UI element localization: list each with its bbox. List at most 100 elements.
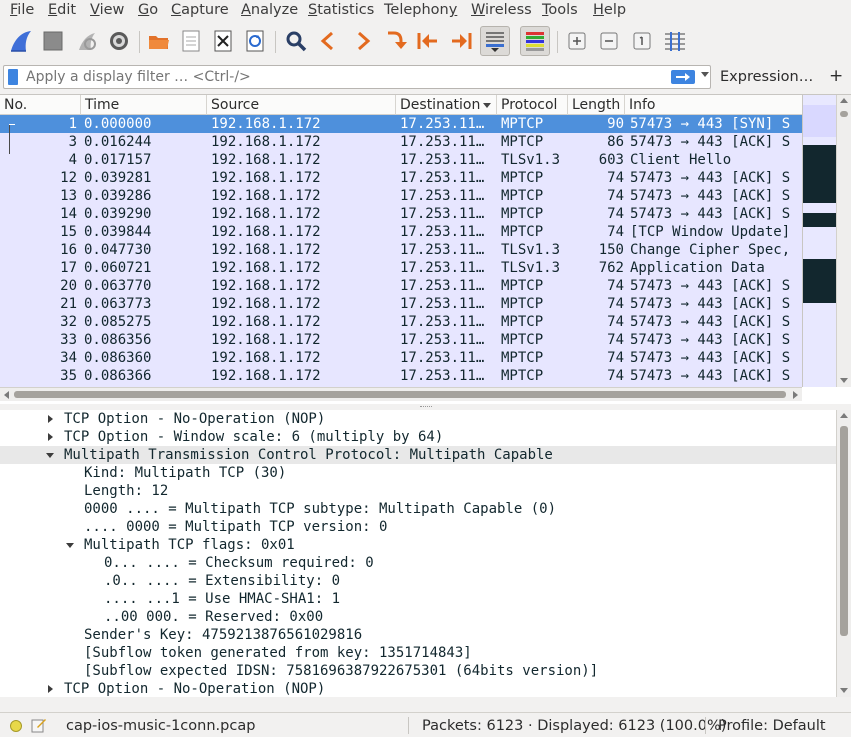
stop-icon[interactable] bbox=[38, 26, 68, 56]
menu-tools[interactable]: Tools bbox=[542, 2, 578, 18]
file-icon[interactable] bbox=[176, 26, 206, 56]
packet-row[interactable]: 4 0.017157 192.168.1.172 17.253.11… TLSv1.3 6… bbox=[0, 151, 802, 169]
column-header-source[interactable]: Source bbox=[207, 95, 396, 115]
packet-row[interactable]: 21 0.063773 192.168.1.172 17.253.11… MPTCP 74… bbox=[0, 295, 802, 313]
detail-row[interactable]: Multipath TCP flags: 0x01 bbox=[0, 536, 836, 554]
packet-row[interactable]: 3 0.016244 192.168.1.172 17.253.11… MPTCP 86 5… bbox=[0, 133, 802, 151]
detail-row[interactable]: TCP Option - No-Operation (NOP) bbox=[0, 410, 836, 428]
menu-telephony[interactable]: Telephony bbox=[384, 2, 457, 18]
resize-columns-icon[interactable] bbox=[660, 26, 690, 56]
add-filter-button[interactable]: + bbox=[829, 66, 843, 86]
detail-row[interactable]: [Subflow token generated from key: 13517… bbox=[0, 644, 836, 662]
detail-row[interactable]: 0... .... = Checksum required: 0 bbox=[0, 554, 836, 572]
expand-arrow-icon[interactable] bbox=[48, 415, 53, 423]
back-icon[interactable] bbox=[313, 26, 343, 56]
normal-size-icon[interactable] bbox=[627, 26, 657, 56]
scroll-left-icon[interactable] bbox=[4, 391, 9, 399]
display-filter-input[interactable] bbox=[26, 69, 646, 85]
open-folder-icon[interactable] bbox=[144, 26, 174, 56]
detail-row[interactable]: Multipath Transmission Control Protocol:… bbox=[0, 446, 836, 464]
packet-row[interactable]: 12 0.039281 192.168.1.172 17.253.11… MPTCP 74… bbox=[0, 169, 802, 187]
detail-row[interactable]: .0.. .... = Extensibility: 0 bbox=[0, 572, 836, 590]
detail-row[interactable]: TCP Option - Window scale: 6 (multiply b… bbox=[0, 428, 836, 446]
search-icon[interactable] bbox=[281, 26, 311, 56]
minimap-block bbox=[803, 213, 836, 227]
menu-wireless[interactable]: Wireless bbox=[471, 2, 532, 18]
packet-row[interactable]: 13 0.039286 192.168.1.172 17.253.11… MPTCP 74… bbox=[0, 187, 802, 205]
column-header-info[interactable]: Info bbox=[625, 95, 802, 115]
scroll-down-icon[interactable] bbox=[840, 688, 848, 693]
packet-row[interactable]: 17 0.060721 192.168.1.172 17.253.11… TLSv1.3… bbox=[0, 259, 802, 277]
detail-row[interactable]: Length: 12 bbox=[0, 482, 836, 500]
forward-icon[interactable] bbox=[348, 26, 378, 56]
detail-row[interactable]: .... 0000 = Multipath TCP version: 0 bbox=[0, 518, 836, 536]
shark-fin-icon[interactable] bbox=[6, 26, 36, 56]
reload-icon[interactable] bbox=[240, 26, 270, 56]
column-header-protocol[interactable]: Protocol bbox=[497, 95, 568, 115]
profile-label[interactable]: Profile: Default bbox=[718, 718, 826, 734]
details-vertical-scrollbar[interactable] bbox=[836, 410, 851, 697]
menu-edit[interactable]: Edit bbox=[48, 2, 76, 18]
expand-arrow-icon[interactable] bbox=[48, 433, 53, 441]
menu-analyze[interactable]: Analyze bbox=[241, 2, 298, 18]
scroll-thumb[interactable] bbox=[840, 111, 848, 117]
expand-arrow-icon[interactable] bbox=[48, 685, 53, 693]
menu-help[interactable]: Help bbox=[593, 2, 626, 18]
packet-minimap[interactable] bbox=[802, 95, 836, 387]
menu-file[interactable]: File bbox=[10, 2, 34, 18]
column-header-length[interactable]: Length bbox=[568, 95, 625, 115]
last-icon[interactable] bbox=[446, 26, 476, 56]
scroll-up-icon[interactable] bbox=[840, 98, 848, 103]
packet-list-vertical-scrollbar[interactable] bbox=[836, 95, 851, 387]
packet-row[interactable]: 34 0.086360 192.168.1.172 17.253.11… MPTCP 74… bbox=[0, 349, 802, 367]
column-header-no[interactable]: No. bbox=[0, 95, 81, 115]
packet-row[interactable]: 20 0.063770 192.168.1.172 17.253.11… MPTCP 74… bbox=[0, 277, 802, 295]
detail-row[interactable]: 0000 .... = Multipath TCP subtype: Multi… bbox=[0, 500, 836, 518]
column-header-time[interactable]: Time bbox=[81, 95, 207, 115]
bookmark-icon[interactable] bbox=[8, 69, 18, 85]
detail-row[interactable]: TCP Option - No-Operation (NOP) bbox=[0, 680, 836, 697]
detail-row[interactable]: Kind: Multipath TCP (30) bbox=[0, 464, 836, 482]
collapse-arrow-icon[interactable] bbox=[66, 543, 74, 548]
scroll-down-icon[interactable] bbox=[840, 378, 848, 383]
first-icon[interactable] bbox=[413, 26, 443, 56]
scroll-up-icon[interactable] bbox=[840, 413, 848, 418]
column-header-destination[interactable]: Destination bbox=[396, 95, 497, 115]
packet-row[interactable]: 16 0.047730 192.168.1.172 17.253.11… TLSv1.3… bbox=[0, 241, 802, 259]
expression-button[interactable]: Expression… bbox=[720, 69, 813, 85]
scroll-thumb[interactable] bbox=[840, 426, 848, 636]
detail-row[interactable]: [Subflow expected IDSN: 7581696387922675… bbox=[0, 662, 836, 680]
menu-capture[interactable]: Capture bbox=[171, 2, 229, 18]
detail-row[interactable]: Sender's Key: 4759213876561029816 bbox=[0, 626, 836, 644]
cell-destination: 17.253.11… bbox=[400, 242, 485, 258]
scroll-right-icon[interactable] bbox=[793, 391, 798, 399]
zoom-out-icon[interactable] bbox=[594, 26, 624, 56]
menu-statistics[interactable]: Statistics bbox=[308, 2, 374, 18]
apply-filter-arrow-icon[interactable] bbox=[671, 70, 695, 84]
gear-icon[interactable] bbox=[104, 26, 134, 56]
colorize-icon[interactable] bbox=[520, 26, 550, 56]
packet-row[interactable]: 1 0.000000 192.168.1.172 17.253.11… MPTCP 90 5… bbox=[0, 115, 802, 133]
packet-list-horizontal-scrollbar[interactable] bbox=[0, 387, 802, 401]
capture-comment-icon[interactable] bbox=[31, 717, 47, 733]
detail-row[interactable]: ..00 000. = Reserved: 0x00 bbox=[0, 608, 836, 626]
packet-row[interactable]: 35 0.086366 192.168.1.172 17.253.11… MPTCP 74… bbox=[0, 367, 802, 385]
display-filter-field[interactable] bbox=[3, 65, 711, 89]
autoscroll-icon[interactable] bbox=[480, 26, 510, 56]
restart-icon[interactable] bbox=[72, 26, 102, 56]
scroll-thumb[interactable] bbox=[14, 391, 786, 398]
cell-destination: 17.253.11… bbox=[400, 152, 485, 168]
close-file-icon[interactable] bbox=[208, 26, 238, 56]
packet-row[interactable]: 33 0.086356 192.168.1.172 17.253.11… MPTCP 74… bbox=[0, 331, 802, 349]
collapse-arrow-icon[interactable] bbox=[46, 453, 54, 458]
zoom-in-icon[interactable] bbox=[562, 26, 592, 56]
packet-row[interactable]: 14 0.039290 192.168.1.172 17.253.11… MPTCP 74… bbox=[0, 205, 802, 223]
menu-go[interactable]: Go bbox=[138, 2, 158, 18]
detail-row[interactable]: .... ...1 = Use HMAC-SHA1: 1 bbox=[0, 590, 836, 608]
expert-info-icon[interactable] bbox=[10, 720, 22, 732]
chevron-down-icon[interactable] bbox=[701, 72, 709, 77]
menu-view[interactable]: View bbox=[90, 2, 124, 18]
packet-row[interactable]: 15 0.039844 192.168.1.172 17.253.11… MPTCP 74… bbox=[0, 223, 802, 241]
packet-row[interactable]: 32 0.085275 192.168.1.172 17.253.11… MPTCP 74… bbox=[0, 313, 802, 331]
goto-icon[interactable] bbox=[381, 26, 411, 56]
